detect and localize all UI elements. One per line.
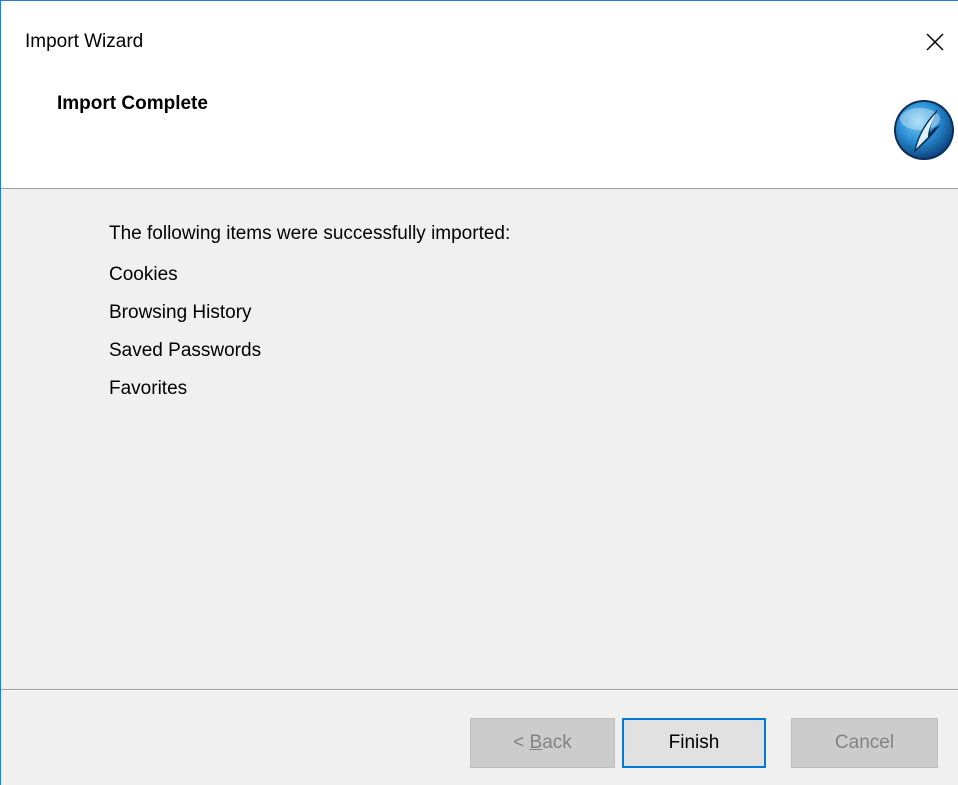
back-button-prefix: < [513, 732, 530, 753]
cancel-button[interactable]: Cancel [791, 718, 938, 768]
wizard-body: The following items were successfully im… [1, 189, 958, 785]
back-button-rest: ack [542, 732, 572, 753]
window-title: Import Wizard [25, 31, 144, 52]
list-item: Saved Passwords [109, 340, 262, 361]
intro-text: The following items were successfully im… [109, 223, 511, 244]
iron-browser-logo-icon [894, 100, 954, 160]
back-button-mnemonic: B [529, 732, 543, 753]
footer-separator-highlight [1, 690, 958, 691]
list-item: Cookies [109, 264, 178, 285]
page-title: Import Complete [57, 93, 208, 114]
import-wizard-window: Import Wizard Import Complete The follow… [0, 0, 958, 785]
back-button[interactable]: < Back [470, 718, 615, 768]
import-summary: The following items were successfully im… [109, 223, 510, 416]
close-icon [926, 33, 944, 51]
imported-items-list: Cookies Browsing History Saved Passwords… [109, 264, 510, 400]
list-item: Favorites [109, 378, 188, 399]
list-item: Browsing History [109, 302, 252, 323]
title-bar: Import Wizard [1, 1, 958, 81]
close-button[interactable] [912, 19, 958, 65]
finish-button[interactable]: Finish [622, 718, 766, 768]
